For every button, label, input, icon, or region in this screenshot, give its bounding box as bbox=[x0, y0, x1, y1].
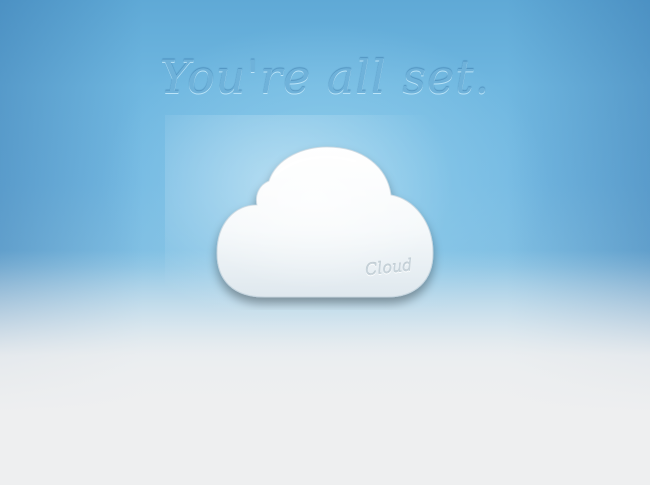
cloud-logo: Cloud bbox=[165, 115, 485, 345]
cloud-icon bbox=[216, 146, 434, 298]
page-title: You're all set. bbox=[159, 50, 491, 104]
